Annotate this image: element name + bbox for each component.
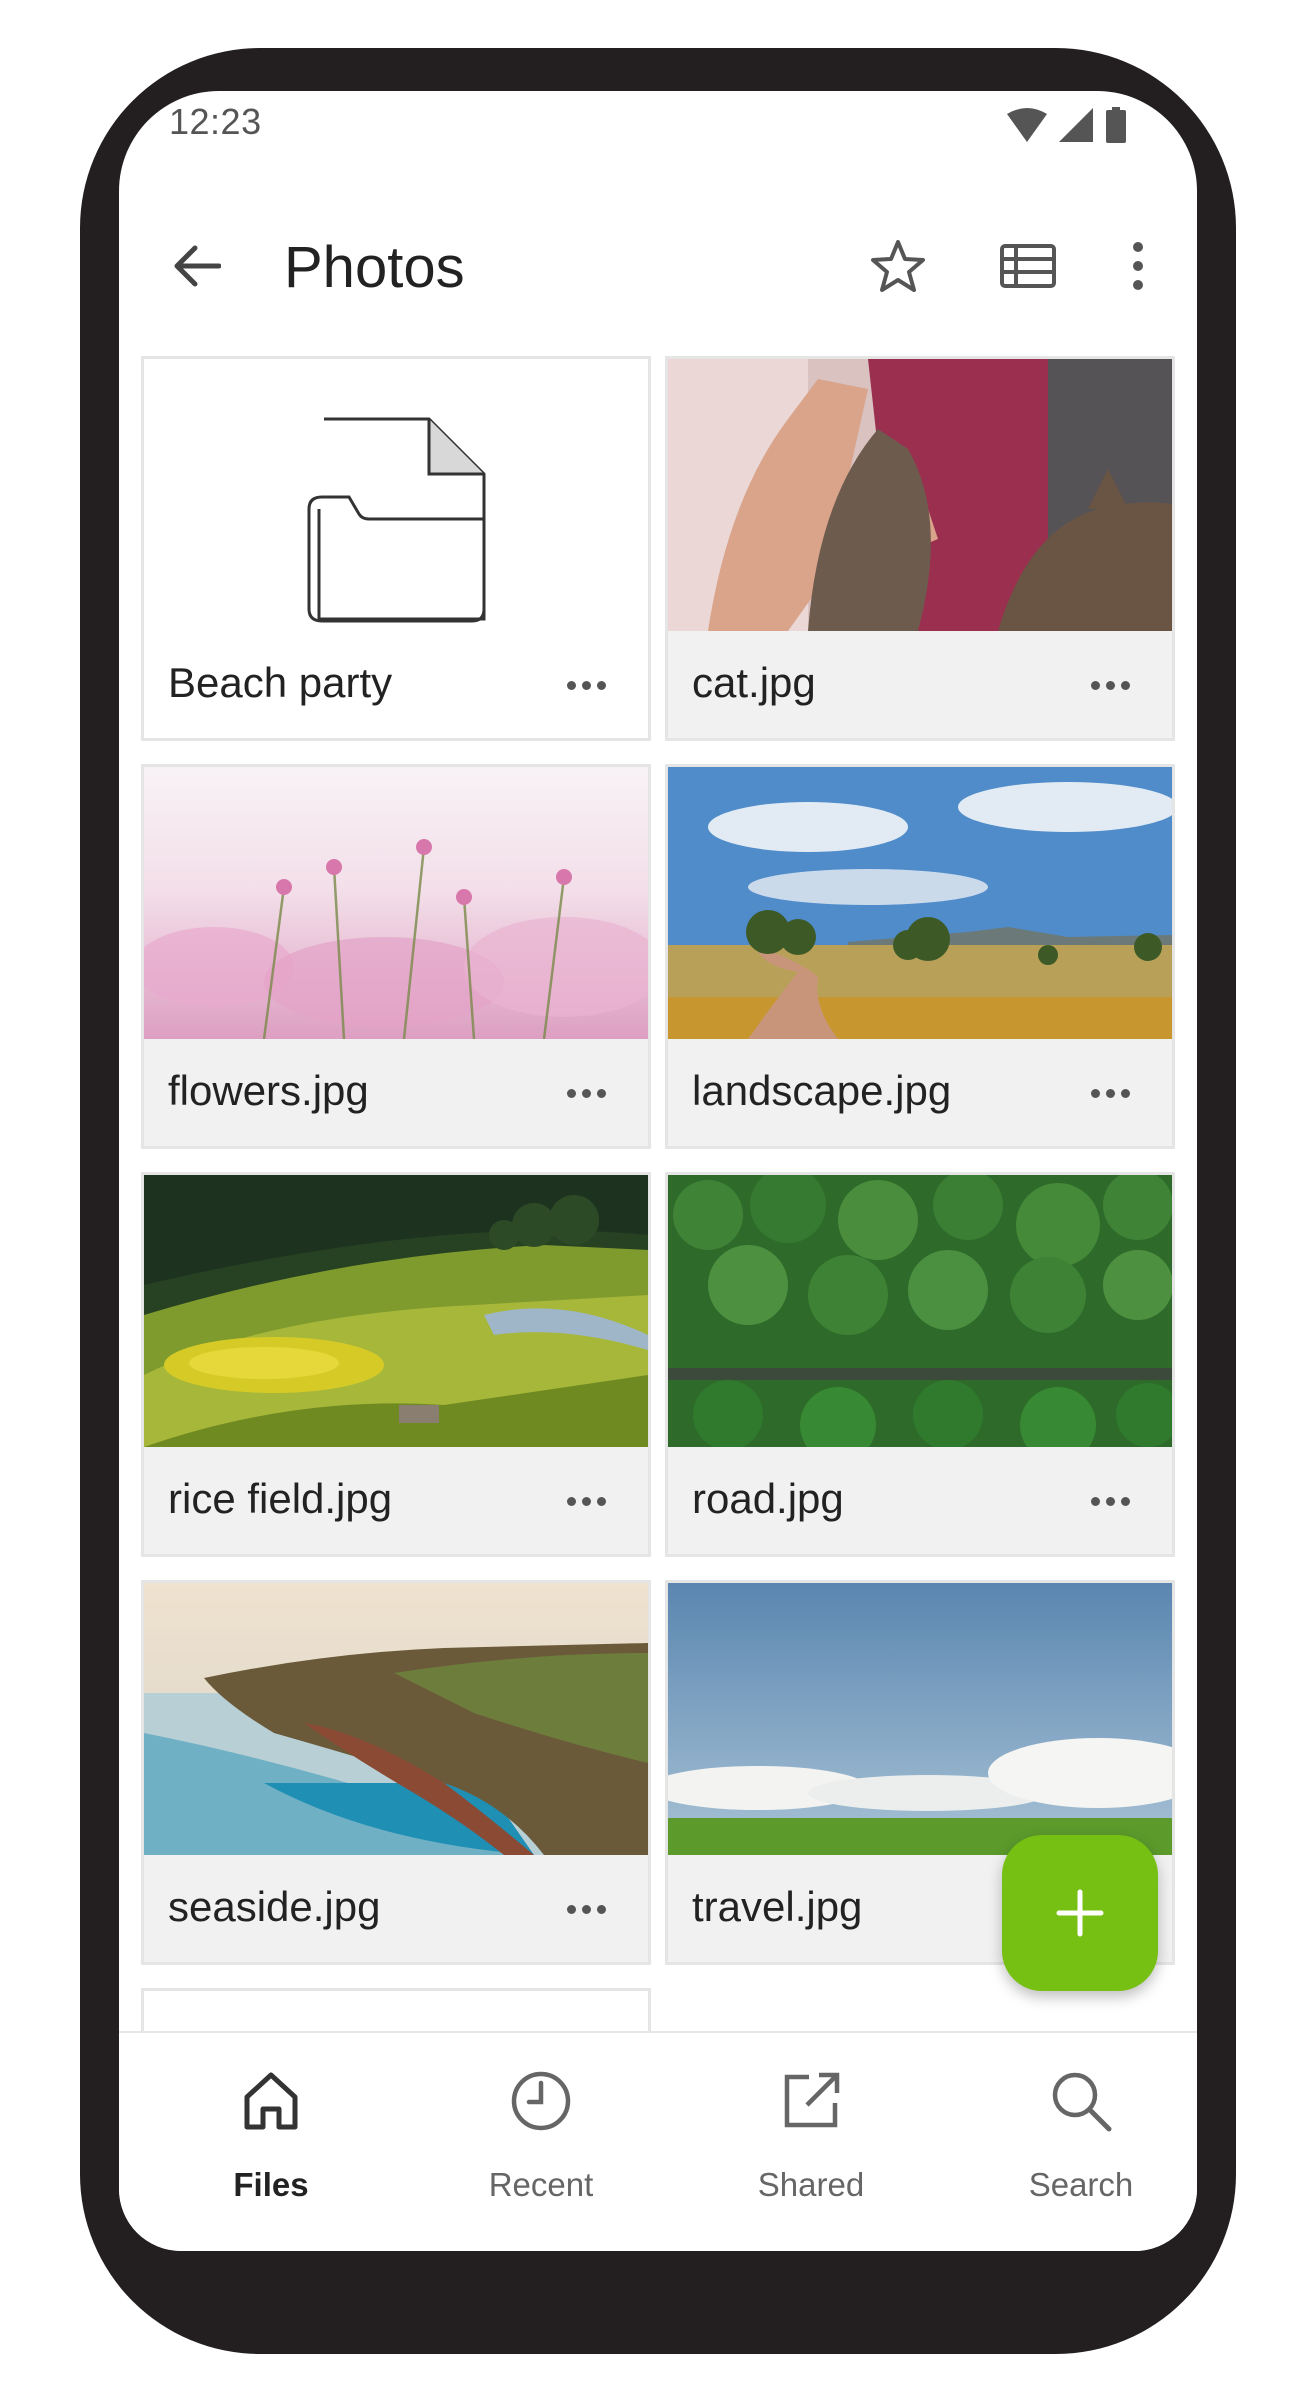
share-icon bbox=[784, 2072, 840, 2128]
folder-tile[interactable]: Beach party bbox=[141, 356, 651, 741]
folder-document-icon bbox=[307, 417, 486, 623]
tile-footer: landscape.jpg bbox=[668, 1039, 1172, 1146]
dot bbox=[596, 1496, 606, 1506]
road-image bbox=[668, 1175, 1172, 1447]
file-name: rice field.jpg bbox=[168, 1475, 393, 1522]
nav-label: Search bbox=[1028, 2166, 1134, 2203]
dot bbox=[581, 680, 591, 690]
dot bbox=[596, 1904, 606, 1914]
file-name: road.jpg bbox=[692, 1475, 844, 1522]
file-name: travel.jpg bbox=[692, 1883, 863, 1930]
file-more-button[interactable] bbox=[556, 1889, 616, 1929]
dot bbox=[1120, 1088, 1130, 1098]
folder-thumbnail bbox=[144, 359, 648, 631]
file-more-button[interactable] bbox=[556, 1481, 616, 1521]
nav-item-shared[interactable]: Shared bbox=[711, 2033, 911, 2223]
image-tile[interactable]: road.jpg bbox=[665, 1172, 1175, 1557]
nav-item-files[interactable]: Files bbox=[171, 2033, 371, 2223]
tile-footer: cat.jpg bbox=[668, 631, 1172, 738]
page-title: Photos bbox=[284, 235, 465, 300]
app-bar: Photos bbox=[119, 201, 1197, 331]
image-tile[interactable]: rice field.jpg bbox=[141, 1172, 651, 1557]
file-name: cat.jpg bbox=[692, 659, 816, 706]
travel-thumbnail bbox=[668, 1583, 1172, 1855]
add-button[interactable] bbox=[1002, 1835, 1158, 1991]
dot bbox=[581, 1904, 591, 1914]
file-more-button[interactable] bbox=[1080, 665, 1140, 705]
landscape-image bbox=[668, 767, 1172, 1039]
dot bbox=[596, 680, 606, 690]
dot bbox=[1090, 1088, 1100, 1098]
file-more-button[interactable] bbox=[556, 1073, 616, 1113]
tile-footer: Beach party bbox=[144, 631, 648, 738]
status-time: 12:23 bbox=[169, 101, 262, 142]
file-name: seaside.jpg bbox=[168, 1883, 381, 1930]
tile-footer: rice field.jpg bbox=[144, 1447, 648, 1554]
file-name: flowers.jpg bbox=[168, 1067, 369, 1114]
tile-footer: road.jpg bbox=[668, 1447, 1172, 1554]
dot bbox=[566, 1088, 576, 1098]
nav-label: Shared bbox=[757, 2166, 865, 2203]
home-indicator[interactable] bbox=[510, 2222, 806, 2232]
road-thumbnail bbox=[668, 1175, 1172, 1447]
home-icon bbox=[244, 2072, 298, 2130]
list-view-icon bbox=[1000, 244, 1056, 288]
file-name: Beach party bbox=[168, 659, 393, 706]
rice-field-image bbox=[144, 1175, 648, 1447]
image-tile[interactable]: landscape.jpg bbox=[665, 764, 1175, 1149]
status-bar: 12:23 bbox=[119, 91, 1197, 161]
star-icon bbox=[871, 240, 925, 292]
landscape-thumbnail bbox=[668, 767, 1172, 1039]
list-view-button[interactable] bbox=[993, 231, 1063, 301]
dot bbox=[581, 1496, 591, 1506]
cat-thumbnail bbox=[668, 359, 1172, 631]
plus-icon bbox=[1056, 1889, 1104, 1937]
dot bbox=[596, 1088, 606, 1098]
file-name: landscape.jpg bbox=[692, 1067, 952, 1114]
dot bbox=[1105, 1496, 1115, 1506]
nav-label: Recent bbox=[488, 2166, 594, 2203]
wifi-icon bbox=[1007, 108, 1047, 142]
dot bbox=[1090, 680, 1100, 690]
image-tile[interactable]: flowers.jpg bbox=[141, 764, 651, 1149]
dot bbox=[566, 1496, 576, 1506]
dot bbox=[1105, 1088, 1115, 1098]
nav-label: Files bbox=[233, 2166, 309, 2203]
more-options-button[interactable] bbox=[1103, 231, 1173, 301]
file-more-button[interactable] bbox=[1080, 1073, 1140, 1113]
rice-field-thumbnail bbox=[144, 1175, 648, 1447]
dot bbox=[1090, 1496, 1100, 1506]
image-tile[interactable]: cat.jpg bbox=[665, 356, 1175, 741]
dot bbox=[581, 1088, 591, 1098]
dot bbox=[566, 680, 576, 690]
cat-image bbox=[668, 359, 1172, 631]
clock-icon bbox=[511, 2071, 571, 2131]
dot bbox=[566, 1904, 576, 1914]
image-tile[interactable]: seaside.jpg bbox=[141, 1580, 651, 1965]
travel-image bbox=[668, 1583, 1172, 1855]
seaside-image bbox=[144, 1583, 648, 1855]
signal-icon bbox=[1059, 108, 1093, 142]
favorite-button[interactable] bbox=[863, 231, 933, 301]
back-button[interactable] bbox=[161, 231, 231, 301]
nav-item-search[interactable]: Search bbox=[981, 2033, 1181, 2223]
tile-footer: seaside.jpg bbox=[144, 1855, 648, 1962]
flowers-image bbox=[144, 767, 648, 1039]
battery-icon bbox=[1106, 107, 1126, 143]
flowers-thumbnail bbox=[144, 767, 648, 1039]
file-more-button[interactable] bbox=[556, 665, 616, 705]
tile-footer: flowers.jpg bbox=[144, 1039, 648, 1146]
phone-screen: 12:23 Photos Beach party cat.jpg flowers… bbox=[119, 91, 1197, 2251]
dot bbox=[1105, 680, 1115, 690]
seaside-thumbnail bbox=[144, 1583, 648, 1855]
nav-item-recent[interactable]: Recent bbox=[441, 2033, 641, 2223]
more-vertical-icon bbox=[1133, 242, 1143, 290]
arrow-back-icon bbox=[174, 245, 221, 287]
dot bbox=[1120, 680, 1130, 690]
status-icons bbox=[1007, 105, 1127, 145]
dot bbox=[1120, 1496, 1130, 1506]
bottom-navigation: Files Recent Shared Search bbox=[119, 2031, 1197, 2251]
file-more-button[interactable] bbox=[1080, 1481, 1140, 1521]
search-icon bbox=[1052, 2072, 1112, 2132]
